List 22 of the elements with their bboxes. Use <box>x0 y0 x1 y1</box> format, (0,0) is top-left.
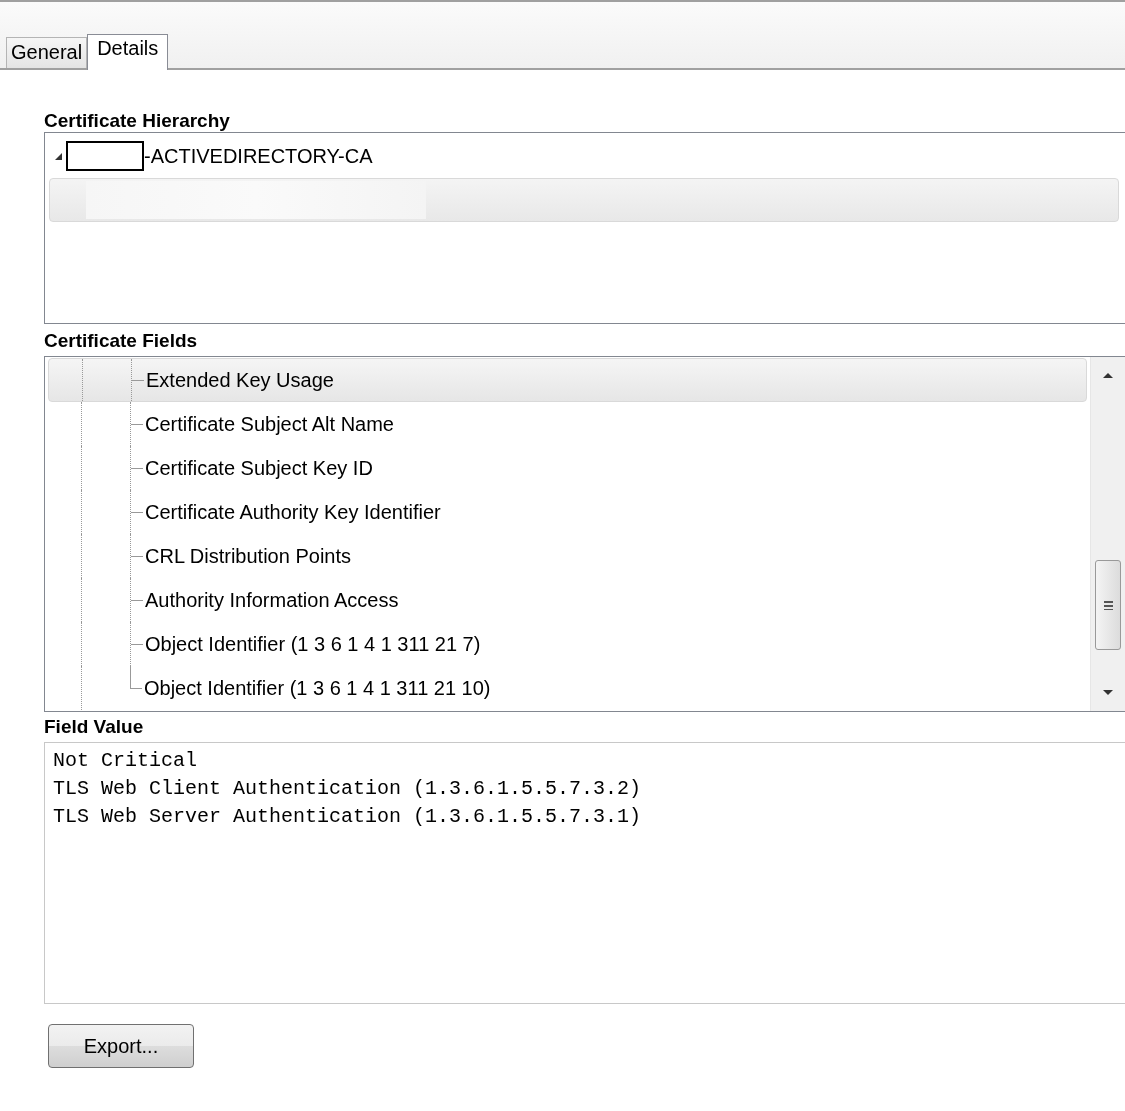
section-label: Certificate Hierarchy <box>44 110 231 133</box>
field-row[interactable]: CRL Distribution Points <box>48 534 1087 578</box>
tab[interactable]: Details <box>87 34 169 70</box>
value-line: TLS Web Server Authentication (1.3.6.1.5.5.7.3.1) <box>53 804 643 830</box>
value-line: TLS Web Client Authentication (1.3.6.1.5.5.7.3.2) <box>53 776 643 802</box>
section-label: Certificate Fields <box>44 330 199 353</box>
field-row[interactable]: Certificate Subject Alt Name <box>48 402 1087 446</box>
field-row[interactable]: Object Identifier (1 3 6 1 4 1 311 21 10) <box>48 666 1087 710</box>
section-label: Field Value <box>44 716 145 739</box>
scroll-thumb[interactable] <box>1095 560 1121 650</box>
tab[interactable]: General <box>6 37 88 68</box>
export-button[interactable]: Export... <box>48 1024 194 1068</box>
field-row[interactable]: Certificate Authority Key Identifier <box>48 490 1087 534</box>
field-row[interactable]: Object Identifier (1 3 6 1 4 1 311 21 7) <box>48 622 1087 666</box>
field-row[interactable]: Extended Key Usage <box>48 358 1087 402</box>
field-row[interactable]: Certificate Subject Key ID <box>48 446 1087 490</box>
scroll-down-icon[interactable] <box>1103 690 1113 695</box>
tree-item[interactable]: -ACTIVEDIRECTORY-CA <box>144 144 373 168</box>
scroll-up-icon[interactable] <box>1103 373 1113 378</box>
value-line: Not Critical <box>53 748 199 774</box>
scrollbar[interactable] <box>1090 357 1125 711</box>
field-row[interactable]: Authority Information Access <box>48 578 1087 622</box>
